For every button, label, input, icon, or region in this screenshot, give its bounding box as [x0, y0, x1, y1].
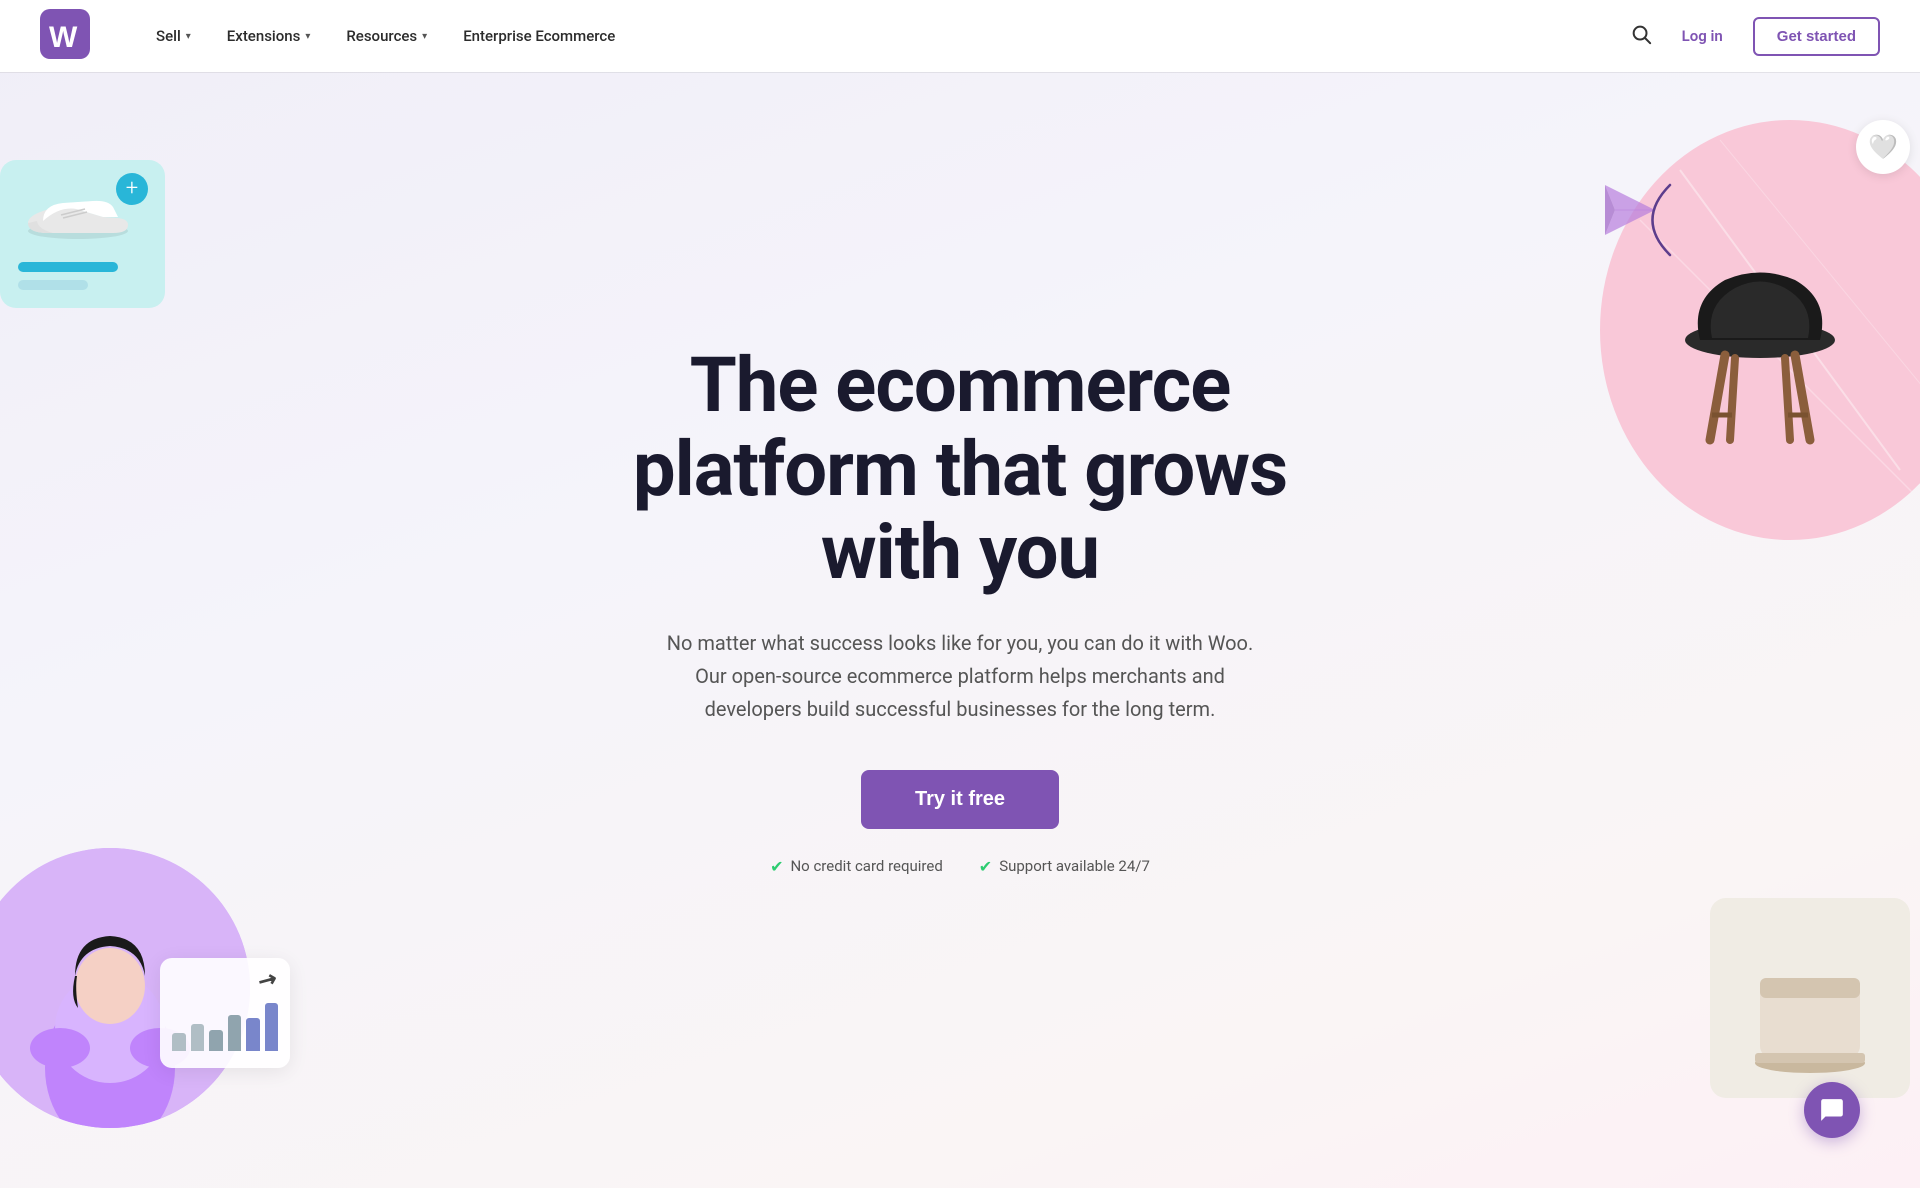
- hero-subtitle: No matter what success looks like for yo…: [660, 627, 1260, 726]
- resources-chevron-icon: ▾: [422, 31, 427, 42]
- chart-bar: [172, 1033, 186, 1051]
- try-it-free-button[interactable]: Try it free: [861, 770, 1059, 829]
- login-link[interactable]: Log in: [1672, 21, 1733, 51]
- logo[interactable]: W: [40, 9, 90, 63]
- heart-badge-decoration: 🤍: [1856, 120, 1910, 174]
- curve-decoration: [1630, 180, 1680, 264]
- add-button-decoration: +: [116, 173, 148, 205]
- card-bar-2-decoration: [18, 280, 88, 290]
- curve-icon: [1630, 180, 1680, 260]
- chart-bar: [228, 1015, 242, 1051]
- nav-links: Sell ▾ Extensions ▾ Resources ▾ Enterpri…: [138, 19, 1630, 53]
- extensions-chevron-icon: ▾: [305, 31, 310, 42]
- nav-sell[interactable]: Sell ▾: [138, 19, 209, 53]
- chart-bar: [246, 1018, 260, 1051]
- check-icon-2: ✔: [979, 857, 992, 876]
- chat-bubble-button[interactable]: [1804, 1082, 1860, 1138]
- get-started-button[interactable]: Get started: [1753, 17, 1880, 56]
- product-candle-decoration: [1710, 898, 1910, 1098]
- chart-bar: [265, 1003, 279, 1051]
- woo-logo: W: [40, 9, 90, 59]
- chair-decoration: [1660, 250, 1860, 450]
- chart-bar: [209, 1030, 223, 1051]
- hero-section: + ↗: [0, 0, 1920, 1188]
- sell-chevron-icon: ▾: [186, 31, 191, 42]
- nav-extensions[interactable]: Extensions ▾: [209, 19, 329, 53]
- nav-right: Log in Get started: [1630, 17, 1880, 56]
- candle-icon: [1730, 918, 1890, 1078]
- nav-enterprise[interactable]: Enterprise Ecommerce: [445, 19, 633, 53]
- chart-bars-decoration: [172, 991, 278, 1051]
- svg-text:W: W: [49, 21, 78, 54]
- shoe-decoration: +: [18, 178, 138, 248]
- hero-content: The ecommerce platform that grows with y…: [613, 344, 1307, 876]
- chart-bar: [191, 1024, 205, 1051]
- navigation: W Sell ▾ Extensions ▾ Resources ▾ Enterp…: [0, 0, 1920, 72]
- card-bar-1-decoration: [18, 262, 118, 272]
- support-badge: ✔ Support available 24/7: [979, 857, 1150, 876]
- chair-icon: [1670, 250, 1850, 450]
- check-icon-1: ✔: [770, 857, 783, 876]
- no-credit-card-badge: ✔ No credit card required: [770, 857, 943, 876]
- heart-icon: 🤍: [1868, 133, 1898, 161]
- chat-icon: [1819, 1097, 1845, 1123]
- nav-resources[interactable]: Resources ▾: [328, 19, 445, 53]
- search-icon[interactable]: [1630, 23, 1652, 50]
- chart-card-decoration: ↗: [160, 958, 290, 1068]
- product-card-decoration: +: [0, 160, 165, 308]
- hero-title: The ecommerce platform that grows with y…: [633, 344, 1287, 595]
- hero-badges: ✔ No credit card required ✔ Support avai…: [633, 857, 1287, 876]
